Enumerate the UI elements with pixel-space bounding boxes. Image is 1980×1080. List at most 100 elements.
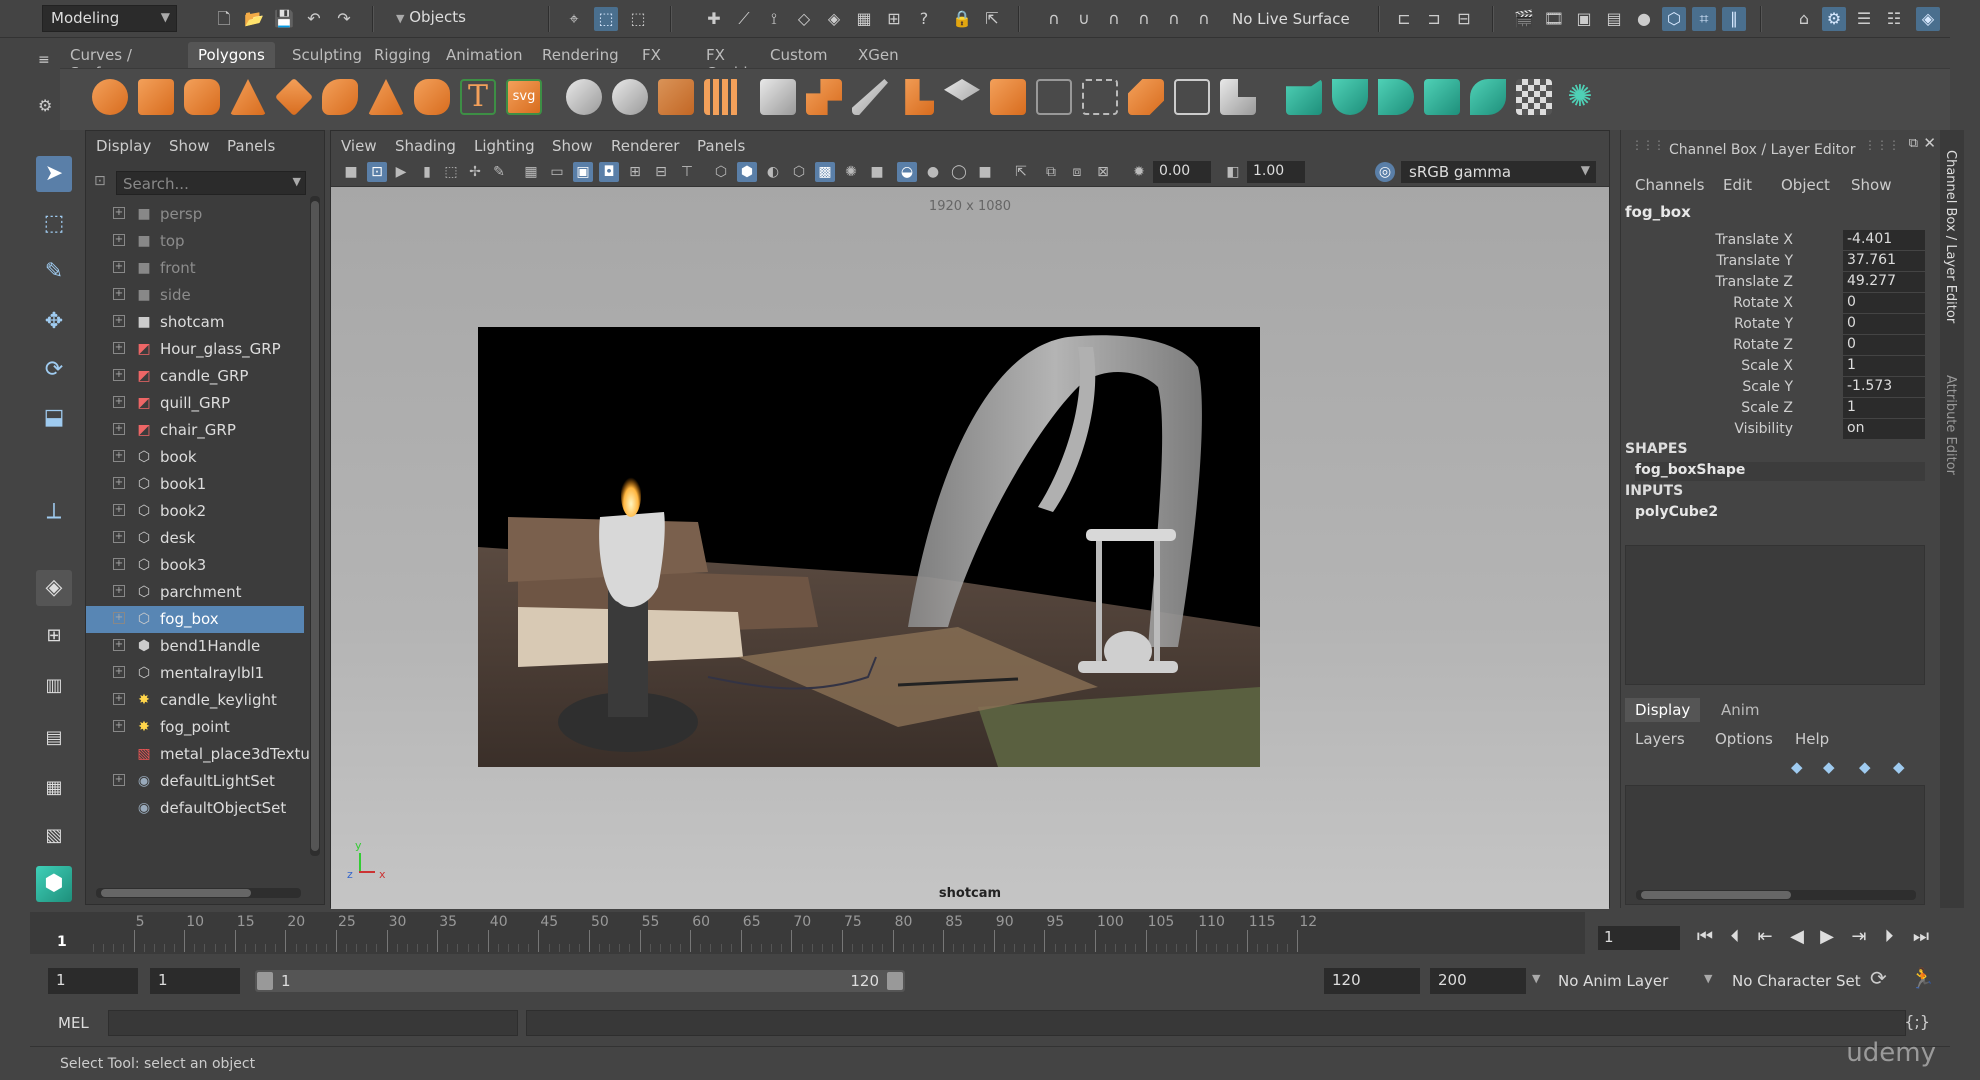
new-scene-icon[interactable]: 🗋 [212, 7, 236, 31]
select-component-icon[interactable]: ⬚ [626, 7, 650, 31]
help-question-icon[interactable]: ? [912, 7, 936, 31]
outliner-item[interactable]: + ⬡ mentalraylbl1 [86, 660, 304, 687]
step-forward-key-icon[interactable]: ⇥ [1846, 924, 1872, 950]
step-back-key-icon[interactable]: ⇤ [1752, 924, 1778, 950]
shadows-icon[interactable]: ■ [867, 162, 887, 182]
current-frame-field[interactable]: 1 [1598, 926, 1680, 950]
collapse-icon[interactable] [1220, 79, 1256, 115]
render-gate-scene[interactable] [478, 327, 1260, 767]
outliner-vscrollbar[interactable] [310, 196, 320, 856]
outliner-item[interactable]: + ◩ Hour_glass_GRP [86, 336, 304, 363]
new-layer-icon[interactable]: ◆ [1791, 758, 1803, 776]
paint-select-icon[interactable]: ✎ [36, 254, 72, 290]
outliner-item[interactable]: + ■ shotcam [86, 309, 304, 336]
viewport-menu-view[interactable]: View [341, 137, 377, 155]
shelf-tab-sculpting[interactable]: Sculpting [282, 42, 372, 68]
color-management-icon[interactable]: ◎ [1375, 162, 1395, 182]
animation-start-field[interactable]: 1 [48, 968, 138, 994]
step-back-icon[interactable]: ⏴ [1722, 924, 1748, 950]
scroll-thumb[interactable] [311, 201, 319, 851]
range-start-handle[interactable] [257, 972, 273, 990]
outliner-item[interactable]: + ◩ quill_GRP [86, 390, 304, 417]
layout-outliner-icon[interactable]: ▥ [36, 668, 72, 704]
outliner-item[interactable]: + ⬡ book2 [86, 498, 304, 525]
undo-icon[interactable]: ↶ [302, 7, 326, 31]
expand-icon[interactable]: + [113, 531, 125, 543]
shelf-menu-icon[interactable]: ≡ [38, 52, 50, 68]
grease-pencil-icon[interactable]: ✎ [489, 162, 509, 182]
modeling-toolkit-icon[interactable]: ⬡ [1662, 7, 1686, 31]
cb-menu-channels[interactable]: Channels [1635, 176, 1704, 194]
depth-of-field-icon[interactable]: ■ [975, 162, 995, 182]
expand-icon[interactable]: + [113, 639, 125, 651]
outliner-item[interactable]: ◉ defaultObjectSet [86, 795, 304, 822]
open-scene-icon[interactable]: 📂 [242, 7, 266, 31]
time-slider[interactable]: 1 5 10 15 20 25 30 35 40 45 50 55 60 65 70 75 80 85 90 95 1… [30, 912, 1585, 954]
uv-auto-icon[interactable] [1424, 79, 1460, 115]
render-view-icon[interactable]: 🎬 [1512, 7, 1536, 31]
snap-live-icon[interactable]: ⊞ [882, 7, 906, 31]
expand-icon[interactable]: + [113, 504, 125, 516]
snap-curve-icon[interactable]: ⟋ [732, 7, 756, 31]
outliner-item[interactable]: + ■ top [86, 228, 304, 255]
script-language-toggle[interactable]: MEL [58, 1014, 89, 1032]
camera-attributes-icon[interactable]: ■ [341, 162, 361, 182]
poly-cube-icon[interactable] [138, 79, 174, 115]
target-weld-icon[interactable] [1128, 79, 1164, 115]
snap-surface-icon[interactable]: ◈ [822, 7, 846, 31]
bookmark-icon[interactable]: ▮ [417, 162, 437, 182]
expand-icon[interactable]: + [113, 396, 125, 408]
expand-icon[interactable]: + [113, 369, 125, 381]
filter-icon[interactable]: ⊡ [94, 173, 106, 189]
outliner-item[interactable]: + ⬡ book [86, 444, 304, 471]
outliner-item[interactable]: + ⬢ bend1Handle [86, 633, 304, 660]
redo-icon[interactable]: ↷ [332, 7, 356, 31]
poly-type-icon[interactable]: T [460, 79, 496, 115]
select-tool-icon[interactable]: ➤ [36, 156, 72, 192]
attribute-value[interactable]: 37.761 [1843, 251, 1925, 271]
scroll-thumb[interactable] [101, 889, 251, 897]
ipr-render-icon[interactable]: ▣ [1572, 7, 1596, 31]
side-tab-attribute-editor[interactable]: Attribute Editor [1943, 375, 1958, 475]
layer-menu-help[interactable]: Help [1795, 730, 1829, 748]
uv-planar-icon[interactable] [1286, 79, 1322, 115]
outliner-item[interactable]: + ⬡ book3 [86, 552, 304, 579]
exposure-icon[interactable]: ✹ [1129, 162, 1149, 182]
camera-tools-icon[interactable]: ▶ [391, 162, 411, 182]
expand-icon[interactable]: + [113, 612, 125, 624]
insert-edge-loop-icon[interactable] [1036, 79, 1072, 115]
multi-cut-icon[interactable] [852, 79, 888, 115]
expand-icon[interactable]: + [113, 288, 125, 300]
use-all-lights-icon[interactable]: ✺ [841, 162, 861, 182]
shelf-tab-fx[interactable]: FX [632, 42, 671, 68]
panel-grip-icon[interactable]: ⋮⋮⋮ [1631, 138, 1665, 152]
construction-history-icon[interactable]: ⊟ [1452, 7, 1476, 31]
outliner-item[interactable]: + ◩ chair_GRP [86, 417, 304, 444]
expand-icon[interactable]: + [113, 450, 125, 462]
go-to-start-icon[interactable]: ⏮ [1692, 924, 1718, 950]
move-layer-up-icon[interactable]: ◆ [1859, 758, 1871, 776]
attribute-row[interactable]: Rotate Y 0 [1621, 314, 1925, 335]
expand-icon[interactable]: + [113, 261, 125, 273]
magnet-curve-icon[interactable]: ∪ [1072, 7, 1096, 31]
uv-checker-icon[interactable] [1516, 79, 1552, 115]
camera-select-icon[interactable]: ⊡ [367, 162, 387, 182]
outliner-item[interactable]: + ■ persp [86, 201, 304, 228]
attribute-value[interactable]: -4.401 [1843, 230, 1925, 250]
attribute-row[interactable]: Scale Z 1 [1621, 398, 1925, 419]
attribute-value[interactable]: 0 [1843, 335, 1925, 355]
move-tool-icon[interactable]: ✥ [36, 304, 72, 340]
rotate-tool-icon[interactable]: ⟳ [36, 352, 72, 388]
outliner-item[interactable]: + ⬡ desk [86, 525, 304, 552]
attribute-row[interactable]: Scale X 1 [1621, 356, 1925, 377]
attribute-value[interactable]: 1 [1843, 356, 1925, 376]
attribute-row[interactable]: Rotate Z 0 [1621, 335, 1925, 356]
field-chart-icon[interactable]: ⊞ [625, 162, 645, 182]
attribute-row[interactable]: Rotate X 0 [1621, 293, 1925, 314]
textured-icon[interactable]: ▩ [815, 162, 835, 182]
screen-space-ao-icon[interactable]: ◒ [897, 162, 917, 182]
attribute-row[interactable]: Translate Y 37.761 [1621, 251, 1925, 272]
output-ops-icon[interactable]: ⊐ [1422, 7, 1446, 31]
go-to-end-icon[interactable]: ⏭ [1908, 924, 1934, 950]
save-scene-icon[interactable]: 💾 [272, 7, 296, 31]
